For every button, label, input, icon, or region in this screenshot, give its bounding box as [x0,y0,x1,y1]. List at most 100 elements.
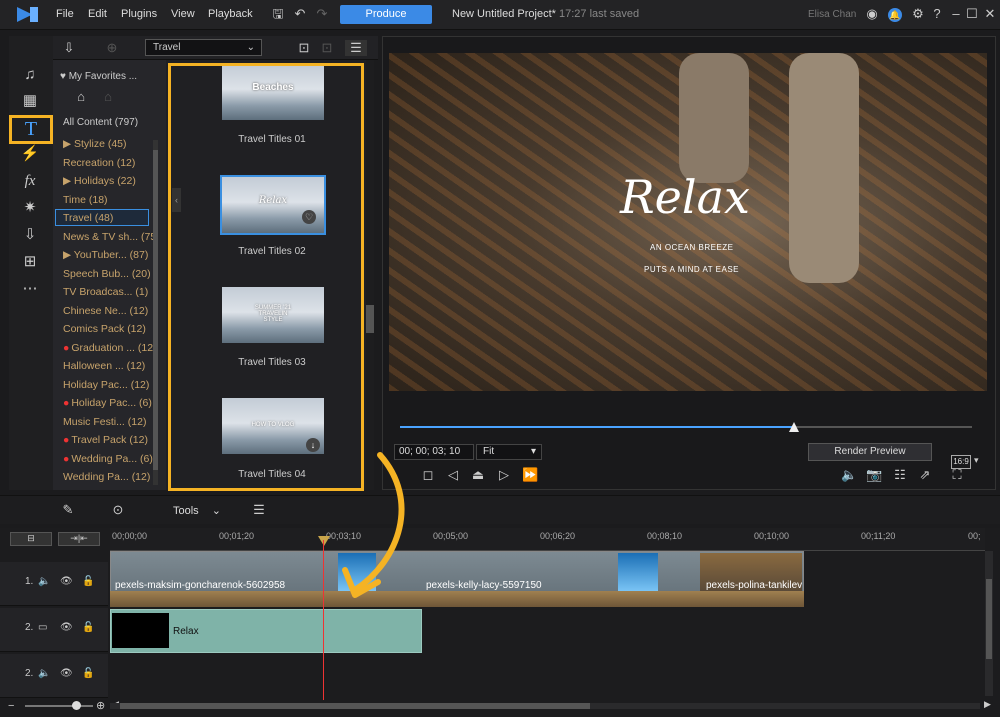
zoom-in-icon[interactable]: ⊕ [96,699,105,712]
undock-icon[interactable]: ⇗ [917,467,933,483]
menu-edit[interactable]: Edit [88,8,107,20]
zoom-dropdown[interactable]: Fit ▾ [476,444,542,460]
track-header-video: 1. 🔈 👁 🔓 [0,562,108,606]
category-item[interactable]: Comics Pack (12) [63,323,146,335]
keyframe-icon[interactable]: ⊙ [110,502,126,518]
menu-playback[interactable]: Playback [208,8,253,20]
category-count: (20) [131,267,151,280]
import-icon[interactable]: ⇩ [61,40,77,56]
notification-icon[interactable]: 🔔 [887,6,903,22]
maximize-icon[interactable]: ☐ [964,6,980,22]
menu-view[interactable]: View [171,8,195,20]
eye-icon[interactable]: 👁 [60,576,73,587]
category-item[interactable]: Halloween ... (12) [63,360,145,372]
undo-icon[interactable]: ↶ [292,6,308,22]
snapshot-frame-icon[interactable]: ⏏ [470,467,486,483]
fx-room-icon[interactable]: fx [18,170,42,192]
category-item[interactable]: Recreation (12) [63,157,135,169]
timeline-vertical-scrollbar[interactable] [985,551,993,696]
menu-plugins[interactable]: Plugins [121,8,157,20]
menu-file[interactable]: File [56,8,74,20]
category-item[interactable]: ● Holiday Pac... (6) [63,397,152,409]
effect-room-icon[interactable]: ▦ [18,90,42,112]
pencil-icon[interactable]: ✎ [60,502,76,518]
help-icon[interactable]: ? [929,6,945,22]
fast-forward-icon[interactable]: ⏩ [522,467,538,483]
category-item[interactable]: Travel (48) [63,212,113,224]
redo-icon[interactable]: ↷ [314,6,330,22]
media-room-icon[interactable]: ♫ [18,64,42,86]
category-item[interactable]: Chinese Ne... (12) [63,305,148,317]
produce-button[interactable]: Produce [340,5,432,24]
tools-menu[interactable]: Tools ⌄ [173,504,221,517]
display-settings-icon[interactable]: ☷ [892,467,908,483]
category-count: (18) [88,193,108,206]
zoom-slider-handle[interactable] [72,701,81,710]
subtitle-edit-icon[interactable]: ☰ [251,502,267,518]
category-item[interactable]: TV Broadcas... (1) [63,286,148,298]
save-icon[interactable]: 🖫 [270,6,286,22]
globe-icon[interactable]: ⊕ [104,40,120,56]
zoom-slider[interactable] [25,705,93,707]
scroll-right-icon[interactable]: ▶ [984,699,991,710]
all-content-item[interactable]: All Content (797) [63,117,138,128]
category-item[interactable]: Time (18) [63,194,108,206]
fit-timeline-icon[interactable]: ⇥|⇤ [58,532,100,546]
category-item[interactable]: Holiday Pac... (12) [63,379,149,391]
new-title-icon[interactable]: ⊡ [296,40,312,56]
scrub-bar-progress[interactable] [400,426,794,428]
track-label: 2. [25,622,34,633]
zoom-out-icon[interactable]: − [8,700,14,712]
camera-icon[interactable]: 📷 [866,467,882,483]
scrub-bar-remaining[interactable] [794,426,972,428]
lock-icon[interactable]: 🔓 [82,668,94,679]
title-room-icon[interactable]: T [9,115,53,144]
transition-thumbnail[interactable] [618,553,658,591]
volume-icon[interactable]: 🔈 [841,467,857,483]
timeline-horizontal-scrollbar[interactable] [110,703,980,709]
settings-icon[interactable]: ⚙ [910,6,926,22]
category-item[interactable]: ▶ YouTuber... (87) [63,249,148,261]
eye-icon[interactable]: 👁 [60,668,73,679]
track-manager-icon[interactable]: ⊟ [10,532,52,546]
category-scrollbar[interactable] [153,140,158,485]
more-icon[interactable]: ⋯ [18,278,42,300]
close-icon[interactable]: ✕ [982,6,998,22]
lock-icon[interactable]: 🔓 [82,622,94,633]
title-track-icon: ▭ [38,622,48,633]
render-preview-button[interactable]: Render Preview [808,443,932,461]
category-item[interactable]: Speech Bub... (20) [63,268,151,280]
category-dropdown[interactable]: Travel ⌄ [145,39,262,56]
prev-frame-icon[interactable]: ◁ [445,467,461,483]
remove-tag-icon[interactable]: ⌂ [100,89,116,105]
clip-name: pexels-kelly-lacy-5597150 [426,580,542,591]
eye-icon[interactable]: 👁 [60,622,73,633]
stop-icon[interactable]: ◻ [420,467,436,483]
category-count: (12) [127,323,146,335]
minimize-icon[interactable]: – [948,6,964,22]
pip-room-icon[interactable]: ⇩ [18,224,42,246]
subtitle-room-icon[interactable]: ⊞ [18,251,42,273]
favorites-item[interactable]: ♥ My Favorites ... [60,71,137,82]
category-item[interactable]: Wedding Pa... (12) [63,471,150,483]
category-item[interactable]: ▶ Holidays (22) [63,175,136,187]
next-frame-icon[interactable]: ▷ [496,467,512,483]
category-item[interactable]: ● Graduation ... (12) [63,342,157,354]
fullscreen-icon[interactable]: ⛶ [949,467,965,483]
modify-icon[interactable]: ⊡ [319,40,335,56]
particle-room-icon[interactable]: ✷ [18,197,42,219]
transition-room-icon[interactable]: ⚡ [18,143,42,165]
list-view-icon[interactable]: ☰ [345,40,367,56]
category-item[interactable]: ● Wedding Pa... (6) [63,453,153,465]
add-tag-icon[interactable]: ⌂ [73,89,89,105]
playhead-line[interactable] [323,540,324,700]
category-item[interactable]: ▶ Stylize (45) [63,138,127,150]
category-item[interactable]: Music Festi... (12) [63,416,146,428]
category-item[interactable]: News & TV sh... (75 [63,231,156,243]
grid-scrollbar[interactable] [366,60,374,490]
lock-icon[interactable]: 🔓 [82,576,94,587]
category-item[interactable]: ● Travel Pack (12) [63,434,148,446]
preview-subtitle-1: AN OCEAN BREEZE [650,243,734,252]
account-icon[interactable]: ◉ [864,6,880,22]
chevron-down-icon[interactable]: ▾ [974,455,979,466]
